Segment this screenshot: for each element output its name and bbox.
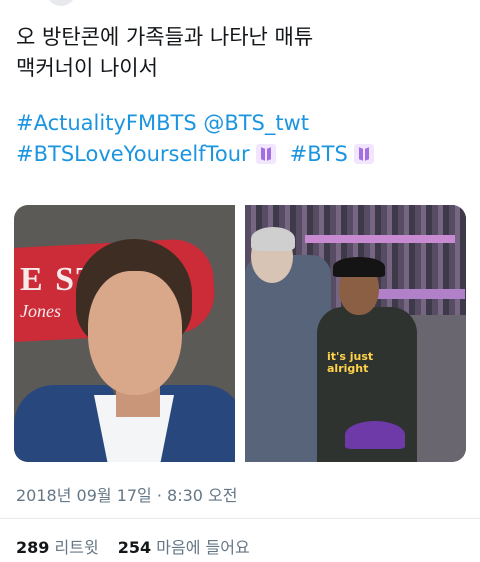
tweet-text-line-1: 오 방탄콘에 가족들과 나타난 매튜 (16, 25, 314, 49)
divider (0, 518, 480, 519)
tweet-stats: 289 리트윗 254 마음에 들어요 (16, 534, 264, 558)
photo-matthew-portrait[interactable]: E STA Jones (14, 205, 235, 462)
hashtag-btsloveyourselftour[interactable]: #BTSLoveYourselfTour (16, 142, 250, 166)
tweet-text: 오 방탄콘에 가족들과 나타난 매튜 맥커너이 나이서 #ActualityFM… (16, 22, 466, 170)
bts-logo-icon (353, 144, 374, 164)
likes-stat[interactable]: 254 마음에 들어요 (118, 538, 250, 557)
photo-concert-crowd[interactable]: it's just alright (245, 205, 466, 462)
stadium-rail (305, 235, 455, 243)
likes-count: 254 (117, 538, 152, 557)
retweets-label: 리트윗 (54, 538, 99, 557)
tweet-timestamp[interactable]: 2018년 09월 17일 · 8:30 오전 (16, 482, 237, 506)
bts-logo-icon (255, 144, 276, 164)
media-grid: E STA Jones it's just alright (14, 205, 466, 462)
black-cap (333, 257, 385, 277)
likes-label: 마음에 들어요 (156, 538, 250, 557)
face (88, 271, 182, 395)
hashtag-line-1: #ActualityFMBTS @BTS_twt (16, 108, 466, 139)
retweets-stat[interactable]: 289 리트윗 (16, 538, 99, 557)
hashtag-line-2: #BTSLoveYourselfTour #BTS (16, 139, 466, 170)
hashtag-bts[interactable]: #BTS (290, 142, 348, 166)
purple-hat (345, 421, 405, 449)
sign-text-2: Jones (20, 301, 61, 321)
stadium-rail-2 (365, 289, 465, 299)
person-gray-hair (251, 227, 295, 251)
hashtag-actualityfmbts-mention[interactable]: #ActualityFMBTS @BTS_twt (16, 111, 309, 135)
avatar[interactable] (46, 0, 76, 6)
retweets-count: 289 (16, 538, 50, 557)
tweet-text-line-2: 맥커너이 나이서 (16, 56, 158, 80)
shirt-print-text: it's just alright (327, 350, 374, 375)
